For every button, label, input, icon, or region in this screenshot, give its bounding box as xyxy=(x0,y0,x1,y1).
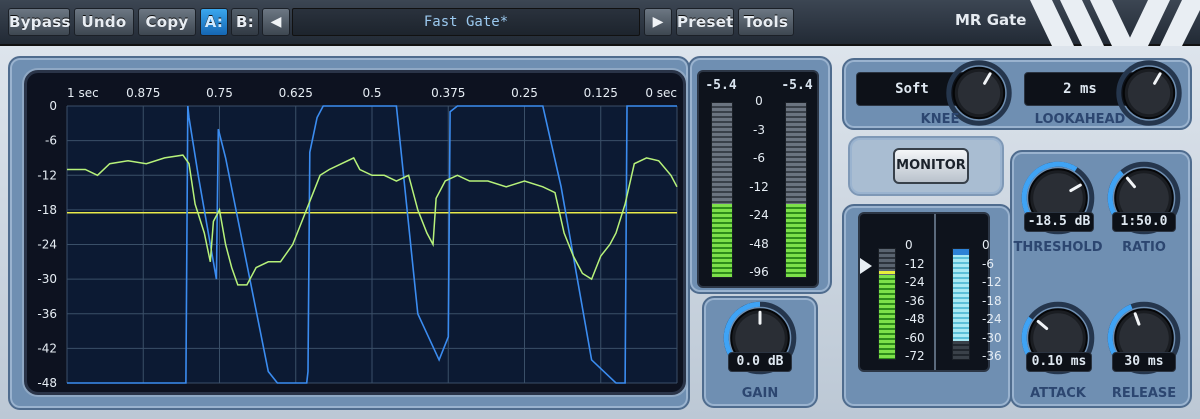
tools-menu-button[interactable]: Tools xyxy=(738,8,794,36)
next-preset-button[interactable]: ▶ xyxy=(644,8,672,36)
prev-preset-button[interactable]: ◀ xyxy=(262,8,290,36)
gain-label: GAIN xyxy=(741,386,779,401)
release-label: RELEASE xyxy=(1111,386,1177,401)
ratio-value: 1:50.0 xyxy=(1112,212,1176,232)
release-value: 30 ms xyxy=(1112,352,1176,372)
preset-menu-button[interactable]: Preset xyxy=(676,8,734,36)
output-scale-label: -96 xyxy=(749,265,769,279)
db-axis-label: -18 xyxy=(37,203,57,217)
right-output-meter xyxy=(785,102,807,278)
time-axis-label: 0.75 xyxy=(206,86,233,100)
input-level-meter xyxy=(878,248,896,360)
ab-a-button[interactable]: A: xyxy=(200,8,228,36)
meter-scale-label: 0 xyxy=(905,238,913,252)
left-output-meter xyxy=(711,102,733,278)
melda-logo-icon xyxy=(1030,0,1200,46)
toolbar: Bypass Undo Copy A: B: ◀ Fast Gate* ▶ Pr… xyxy=(0,0,1200,46)
left-meter-value: -5.4 xyxy=(705,78,737,93)
right-meter-value: -5.4 xyxy=(781,78,813,93)
time-axis-label: 1 sec xyxy=(67,86,99,100)
copy-button[interactable]: Copy xyxy=(138,8,196,36)
input-gr-meters xyxy=(858,212,990,372)
meter-scale-label: -48 xyxy=(905,312,925,326)
preset-name-display[interactable]: Fast Gate* xyxy=(292,8,640,36)
output-meter-scale: 0 -3 -6 -12 -24 -48 -96 xyxy=(740,94,778,290)
output-scale-label: -24 xyxy=(749,208,769,222)
meter-scale-label: -60 xyxy=(905,330,925,345)
meter-scale-label: -36 xyxy=(905,293,925,308)
triangle-left-icon: ◀ xyxy=(270,14,282,30)
time-axis-label: 0.25 xyxy=(511,86,538,100)
time-axis-label: 0.5 xyxy=(362,86,381,100)
db-axis-label: -6 xyxy=(45,134,57,148)
time-axis-label: 0.875 xyxy=(126,86,160,100)
db-axis-label: -30 xyxy=(37,272,57,286)
db-axis-label: -42 xyxy=(37,341,57,355)
knee-label: KNEE xyxy=(920,112,960,127)
monitor-button[interactable]: MONITOR xyxy=(893,148,969,184)
lookahead-label: LOOKAHEAD xyxy=(1034,112,1126,127)
meter-scale-label: -24 xyxy=(905,275,925,289)
gain-reduction-meter xyxy=(952,248,970,360)
gain-graph: 1 sec 0.875 0.75 0.625 0.5 0.375 0.25 0.125 0 se… xyxy=(24,70,686,395)
threshold-label: THRESHOLD xyxy=(1013,240,1103,255)
attack-label: ATTACK xyxy=(1030,386,1086,401)
ratio-label: RATIO xyxy=(1122,240,1166,255)
graph-svg: 1 sec 0.875 0.75 0.625 0.5 0.375 0.25 0.125 0 se… xyxy=(37,86,678,390)
ab-b-button[interactable]: B: xyxy=(231,8,259,36)
threshold-value: -18.5 dB xyxy=(1024,212,1094,232)
db-axis-label: 0 xyxy=(49,99,57,113)
time-axis-label: 0.625 xyxy=(279,86,313,100)
bypass-button[interactable]: Bypass xyxy=(8,8,70,36)
triangle-right-icon: ▶ xyxy=(652,14,664,30)
db-axis-label: -36 xyxy=(37,307,57,321)
output-scale-label: 0 xyxy=(755,94,763,108)
output-scale-label: -48 xyxy=(749,236,769,251)
output-scale-label: -6 xyxy=(753,151,765,165)
time-axis-label: 0.125 xyxy=(584,86,618,100)
gain-value: 0.0 dB xyxy=(728,352,792,372)
time-axis-label: 0.375 xyxy=(431,86,465,100)
time-axis-label: 0 sec xyxy=(645,86,677,100)
meter-scale-label: -72 xyxy=(905,349,925,363)
output-scale-label: -3 xyxy=(753,122,765,137)
attack-value: 0.10 ms xyxy=(1026,352,1092,372)
threshold-marker-icon[interactable] xyxy=(860,258,872,274)
undo-button[interactable]: Undo xyxy=(74,8,134,36)
meter-scale-label: -12 xyxy=(905,256,925,271)
db-axis-label: -12 xyxy=(37,168,57,182)
output-scale-label: -12 xyxy=(749,179,769,194)
db-axis-label: -48 xyxy=(37,376,57,390)
app-title: MR Gate xyxy=(955,11,1027,29)
db-axis-label: -24 xyxy=(37,238,57,252)
